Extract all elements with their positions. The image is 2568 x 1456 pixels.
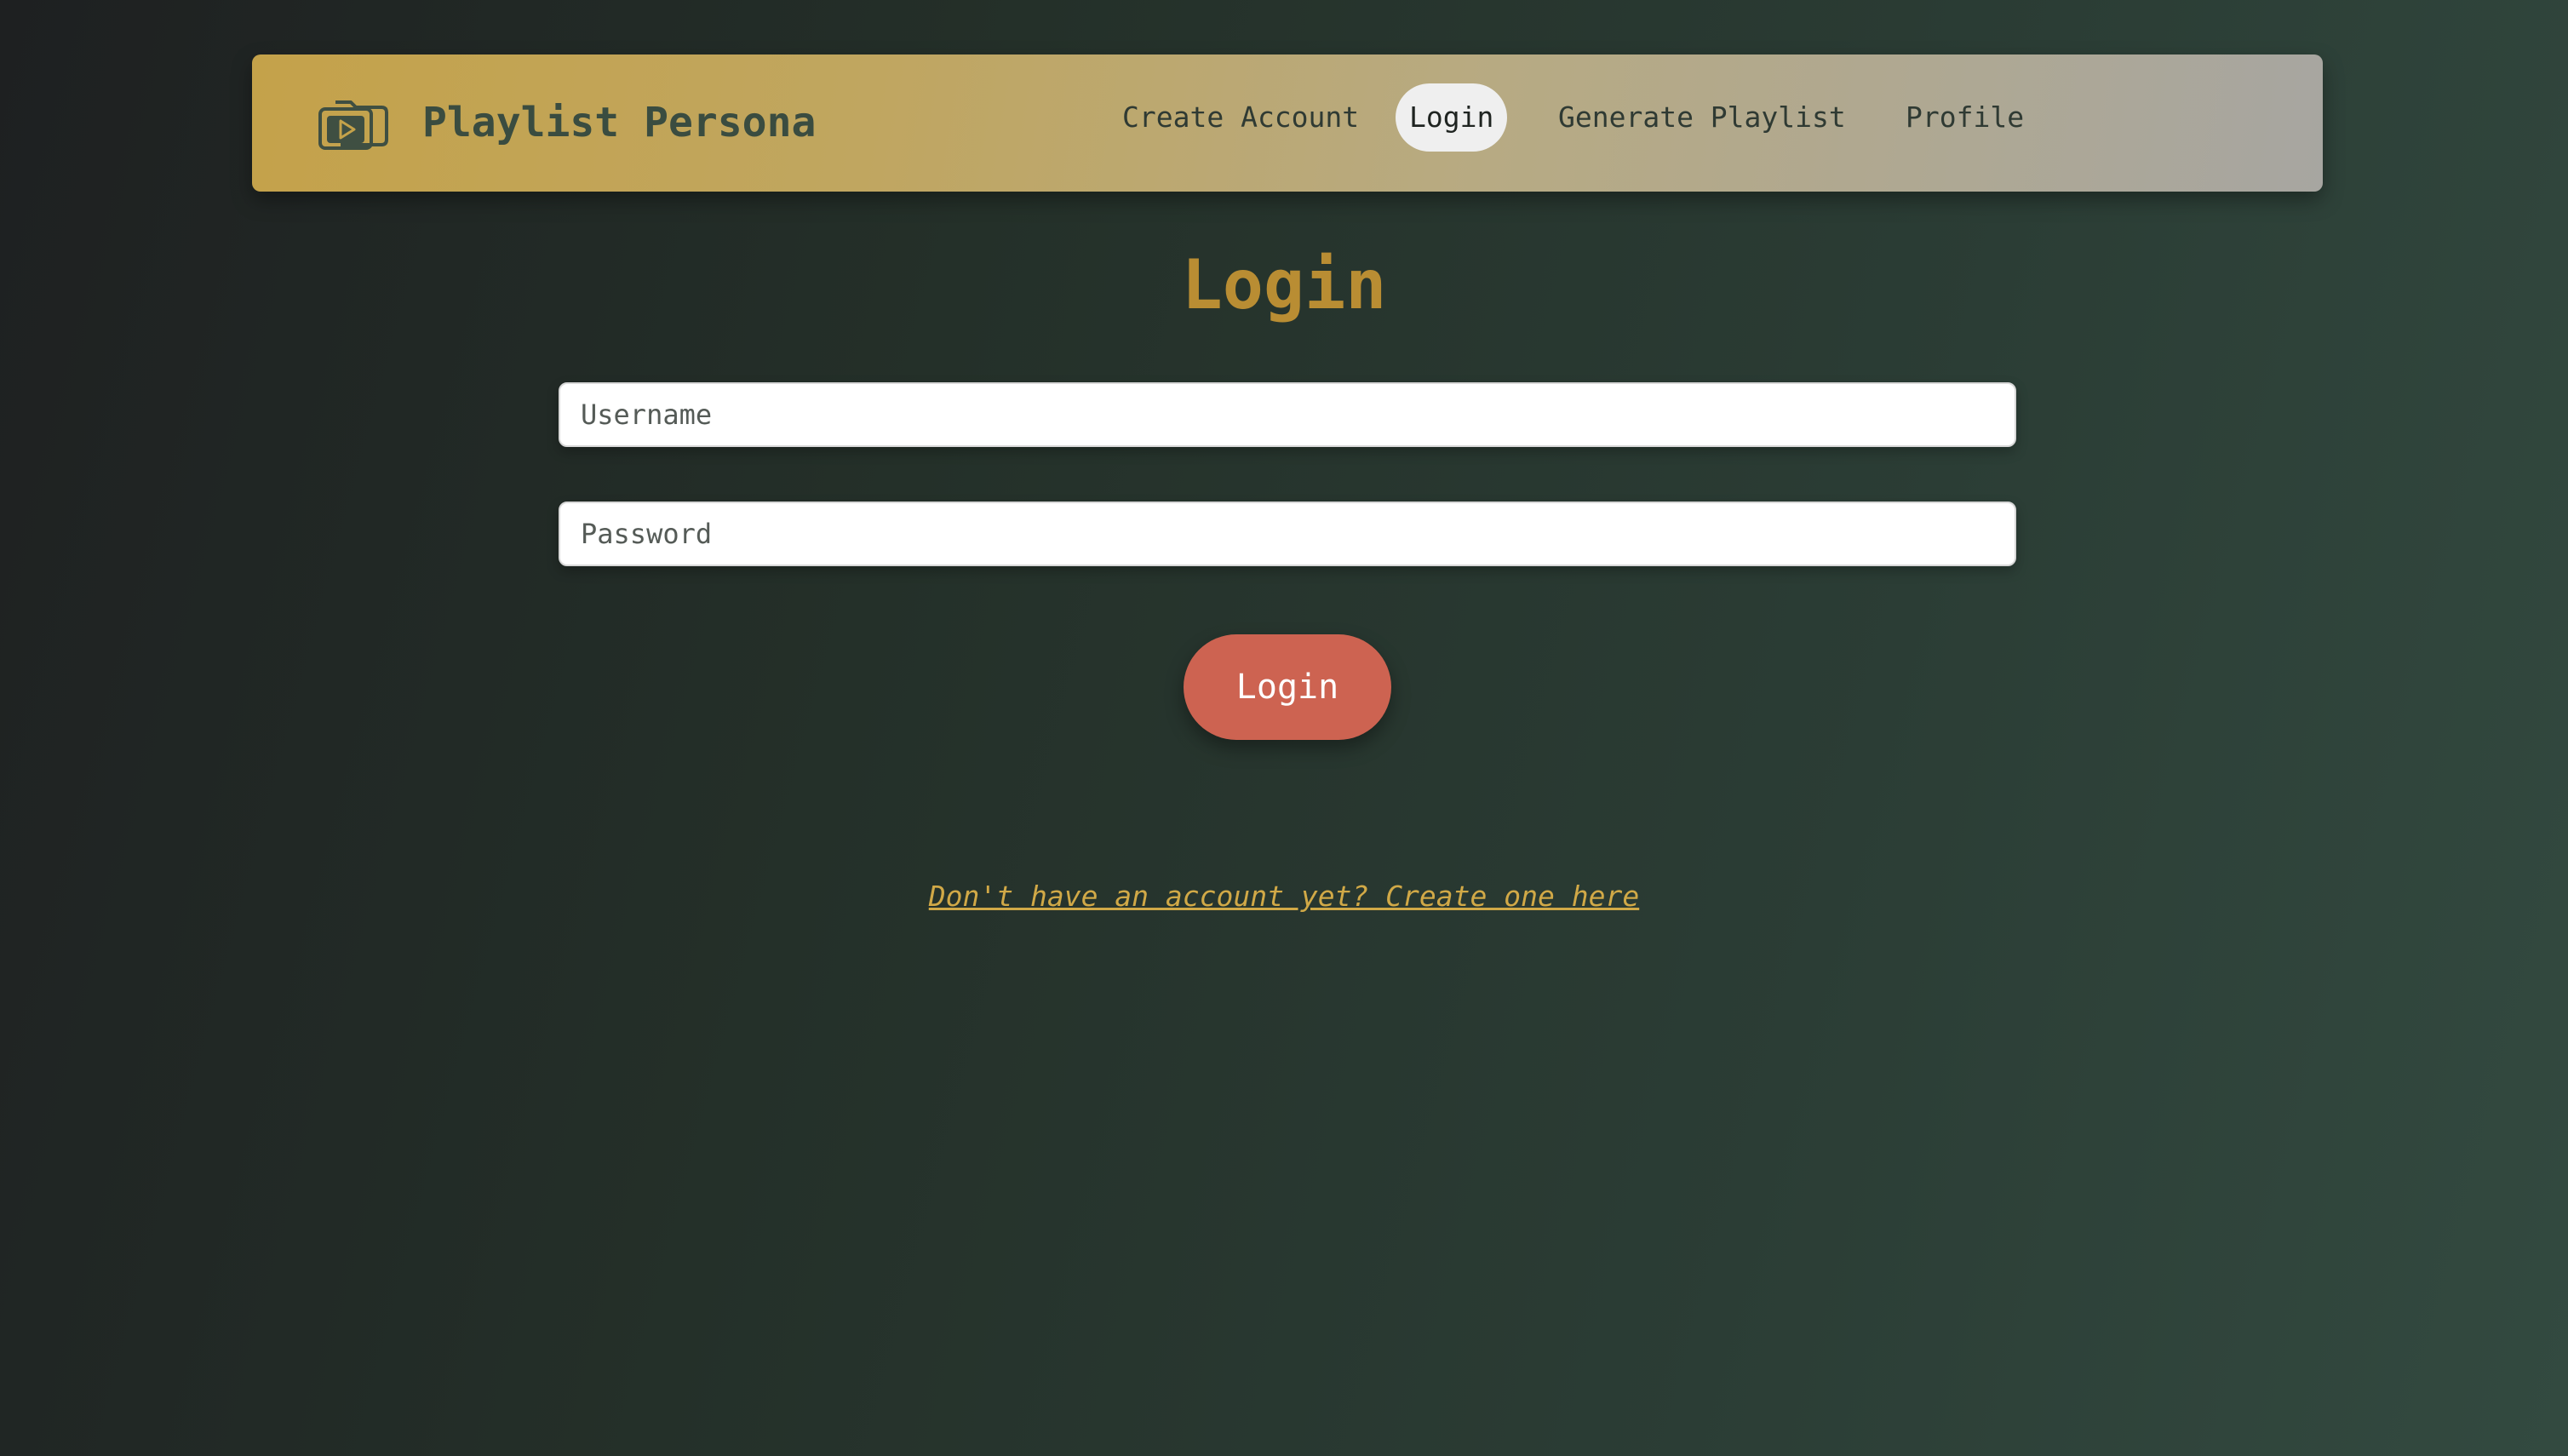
login-button[interactable]: Login [1184,634,1391,740]
create-account-link-text[interactable]: Don't have an account yet? Create one he… [929,880,1639,913]
brand-title[interactable]: Playlist Persona [422,89,816,157]
nav-login[interactable]: Login [1396,83,1508,152]
playlist-folder-icon[interactable] [317,94,390,153]
username-input[interactable] [559,382,2016,447]
nav-create-account[interactable]: Create Account [1109,83,1373,152]
create-account-link: Don't have an account yet? Create one he… [0,875,2568,918]
nav-profile[interactable]: Profile [1892,83,2038,152]
nav-generate-playlist[interactable]: Generate Playlist [1545,83,1860,152]
page-title: Login [1181,245,1387,324]
password-input[interactable] [559,502,2016,566]
top-navbar: Playlist Persona Create Account Login Ge… [252,54,2323,192]
